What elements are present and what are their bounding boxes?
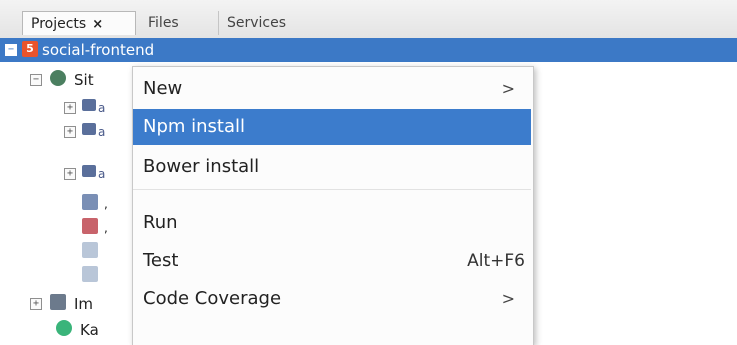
menu-item-accelerator: Alt+F6 bbox=[467, 251, 525, 271]
tree-node-label: a bbox=[98, 101, 106, 115]
expand-icon[interactable]: + bbox=[64, 126, 76, 138]
text-file-icon bbox=[82, 266, 98, 282]
menu-item-test[interactable]: Test Alt+F6 bbox=[133, 243, 531, 279]
menu-item-label: Run bbox=[143, 212, 178, 233]
folder-icon bbox=[82, 165, 96, 177]
tree-node-label: Ka bbox=[80, 321, 99, 339]
menu-item-label: Npm install bbox=[143, 116, 246, 137]
tree-node-label: , bbox=[104, 221, 108, 235]
window-tab-bar: Projects × Files Services bbox=[0, 0, 737, 39]
context-menu: New > Npm install Bower install Run Test… bbox=[132, 66, 534, 345]
menu-separator bbox=[133, 189, 531, 190]
tree-node-root[interactable]: − 5 social-frontend bbox=[0, 38, 737, 62]
folder-icon bbox=[82, 99, 96, 111]
tab-files[interactable]: Files bbox=[140, 11, 206, 35]
html5-project-icon: 5 bbox=[22, 41, 38, 57]
tree-node-label: Im bbox=[74, 295, 94, 313]
menu-item-bower-install[interactable]: Bower install bbox=[133, 149, 531, 185]
tab-files-label: Files bbox=[148, 15, 179, 31]
tree-node-label: a bbox=[98, 125, 106, 139]
menu-item-new[interactable]: New > bbox=[133, 71, 531, 107]
text-file-icon bbox=[82, 242, 98, 258]
menu-item-label: Test bbox=[143, 250, 179, 271]
config-file-icon bbox=[82, 194, 98, 210]
close-icon[interactable]: × bbox=[92, 17, 103, 32]
collapse-icon[interactable]: − bbox=[30, 74, 42, 86]
image-file-icon bbox=[82, 218, 98, 234]
menu-item-run[interactable]: Run bbox=[133, 205, 531, 241]
expand-icon[interactable]: + bbox=[30, 298, 42, 310]
karma-icon bbox=[56, 320, 72, 336]
folder-icon bbox=[82, 123, 96, 135]
tab-services-label: Services bbox=[227, 15, 287, 31]
submenu-arrow-icon: > bbox=[501, 289, 515, 308]
tree-node-label: social-frontend bbox=[42, 41, 155, 59]
menu-item-code-coverage[interactable]: Code Coverage > bbox=[133, 281, 531, 317]
menu-item-label: Bower install bbox=[143, 156, 260, 177]
site-root-icon bbox=[50, 70, 66, 86]
menu-item-label: Code Coverage bbox=[143, 288, 282, 309]
tree-node-label: a bbox=[98, 167, 106, 181]
collapse-icon[interactable]: − bbox=[5, 44, 17, 56]
submenu-arrow-icon: > bbox=[501, 79, 515, 98]
tree-node-label: Sit bbox=[74, 71, 94, 89]
tab-services[interactable]: Services bbox=[218, 11, 306, 35]
expand-icon[interactable]: + bbox=[64, 168, 76, 180]
expand-icon[interactable]: + bbox=[64, 102, 76, 114]
tab-projects-label: Projects bbox=[31, 16, 87, 32]
menu-item-npm-install[interactable]: Npm install bbox=[133, 109, 531, 145]
menu-item-label: New bbox=[143, 78, 183, 99]
tree-node-label: , bbox=[104, 197, 108, 211]
tab-projects[interactable]: Projects × bbox=[22, 11, 136, 35]
important-files-icon bbox=[50, 294, 66, 310]
